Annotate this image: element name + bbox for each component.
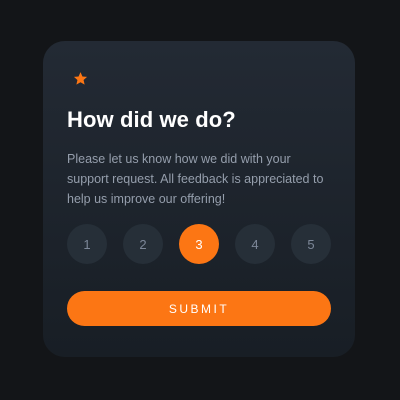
rating-option-3[interactable]: 3 — [179, 224, 219, 264]
card-title: How did we do? — [67, 107, 236, 132]
rating-card: How did we do? Please let us know how we… — [43, 41, 355, 357]
rating-option-2[interactable]: 2 — [123, 224, 163, 264]
rating-option-5[interactable]: 5 — [291, 224, 331, 264]
star-icon — [67, 65, 93, 91]
card-description: Please let us know how we did with your … — [67, 152, 324, 206]
rating-option-1[interactable]: 1 — [67, 224, 107, 264]
rating-options: 1 2 3 4 5 — [67, 224, 331, 264]
submit-button[interactable]: SUBMIT — [67, 291, 331, 326]
rating-option-4[interactable]: 4 — [235, 224, 275, 264]
